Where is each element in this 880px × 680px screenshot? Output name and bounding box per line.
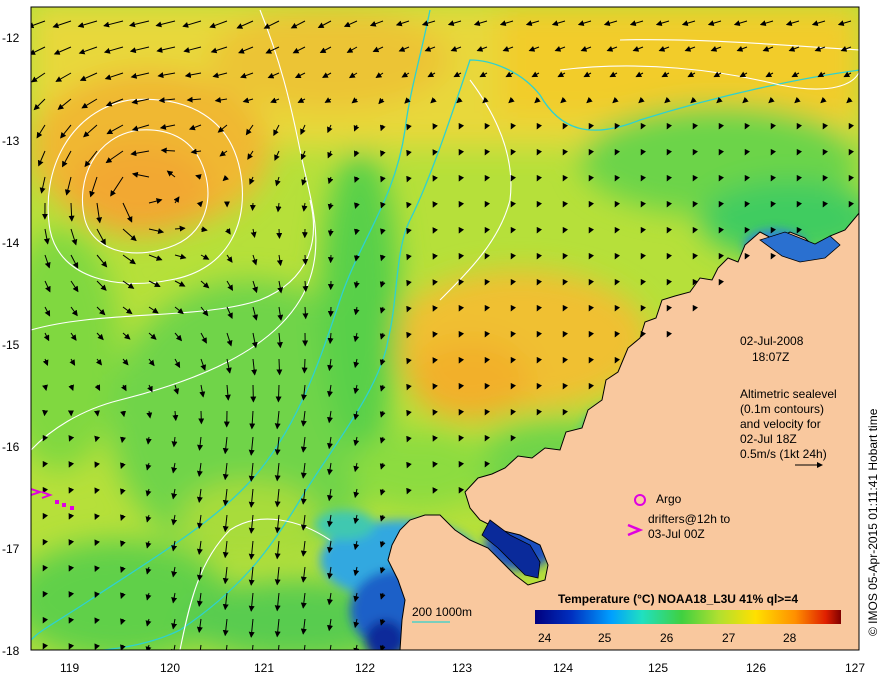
velocity-arrow <box>249 202 256 211</box>
argo-label: Argo <box>656 492 682 506</box>
lon-tick: 122 <box>355 661 375 675</box>
map-time: 18:07Z <box>752 350 789 364</box>
velocity-arrow <box>275 384 282 403</box>
colorbar-tick-26: 26 <box>660 631 674 645</box>
velocity-arrow <box>301 358 308 374</box>
depth-legend-label: 200 1000m <box>412 605 472 619</box>
lat-tick: -16 <box>2 440 20 454</box>
altimetry-line-4: 02-Jul 18Z <box>740 432 797 446</box>
velocity-arrow <box>42 409 49 417</box>
velocity-arrow <box>276 228 283 239</box>
altimetry-line-1: Altimetric sealevel <box>740 387 837 401</box>
longitude-axis: 119 120 121 122 123 124 125 126 127 <box>60 661 865 675</box>
colorbar-title: Temperature (°C) NOAA18_L3U 41% ql>=4 <box>558 592 798 606</box>
map-date: 02-Jul-2008 <box>740 334 804 348</box>
lon-tick: 125 <box>648 661 668 675</box>
colorbar-tick-25: 25 <box>598 631 612 645</box>
sst-map: 02-Jul-2008 18:07Z Altimetric sealevel (… <box>2 6 880 675</box>
lon-tick: 126 <box>746 661 766 675</box>
velocity-arrow <box>302 254 309 266</box>
lon-tick: 124 <box>553 661 573 675</box>
lon-tick: 121 <box>254 661 274 675</box>
lat-tick: -17 <box>2 542 20 556</box>
lat-tick: -12 <box>2 31 20 45</box>
lat-tick: -15 <box>2 338 20 352</box>
lon-tick: 127 <box>845 661 865 675</box>
drifters-line-2: 03-Jul 00Z <box>648 527 705 541</box>
lon-tick: 119 <box>60 661 79 675</box>
altimetry-line-3: and velocity for <box>740 417 821 431</box>
colorbar-tick-27: 27 <box>722 631 736 645</box>
lat-tick: -18 <box>2 644 20 658</box>
colorbar-tick-24: 24 <box>538 631 552 645</box>
plot-area: 02-Jul-2008 18:07Z Altimetric sealevel (… <box>31 7 859 650</box>
lon-tick: 120 <box>160 661 180 675</box>
altimetry-line-5: 0.5m/s (1kt 24h) <box>740 447 827 461</box>
lat-tick: -13 <box>2 134 20 148</box>
velocity-arrow <box>276 358 283 376</box>
lat-tick: -14 <box>2 236 20 250</box>
velocity-arrow <box>93 410 100 417</box>
credit-text: © IMOS 05-Apr-2015 01:11:41 Hobart time <box>866 408 880 636</box>
latitude-axis: -12 -13 -14 -15 -16 -17 -18 <box>2 31 20 658</box>
colorbar-tick-28: 28 <box>783 631 797 645</box>
altimetry-line-2: (0.1m contours) <box>740 402 824 416</box>
colorbar <box>535 610 841 624</box>
velocity-arrow <box>302 306 309 320</box>
lon-tick: 123 <box>452 661 472 675</box>
drifters-line-1: drifters@12h to <box>648 512 731 526</box>
